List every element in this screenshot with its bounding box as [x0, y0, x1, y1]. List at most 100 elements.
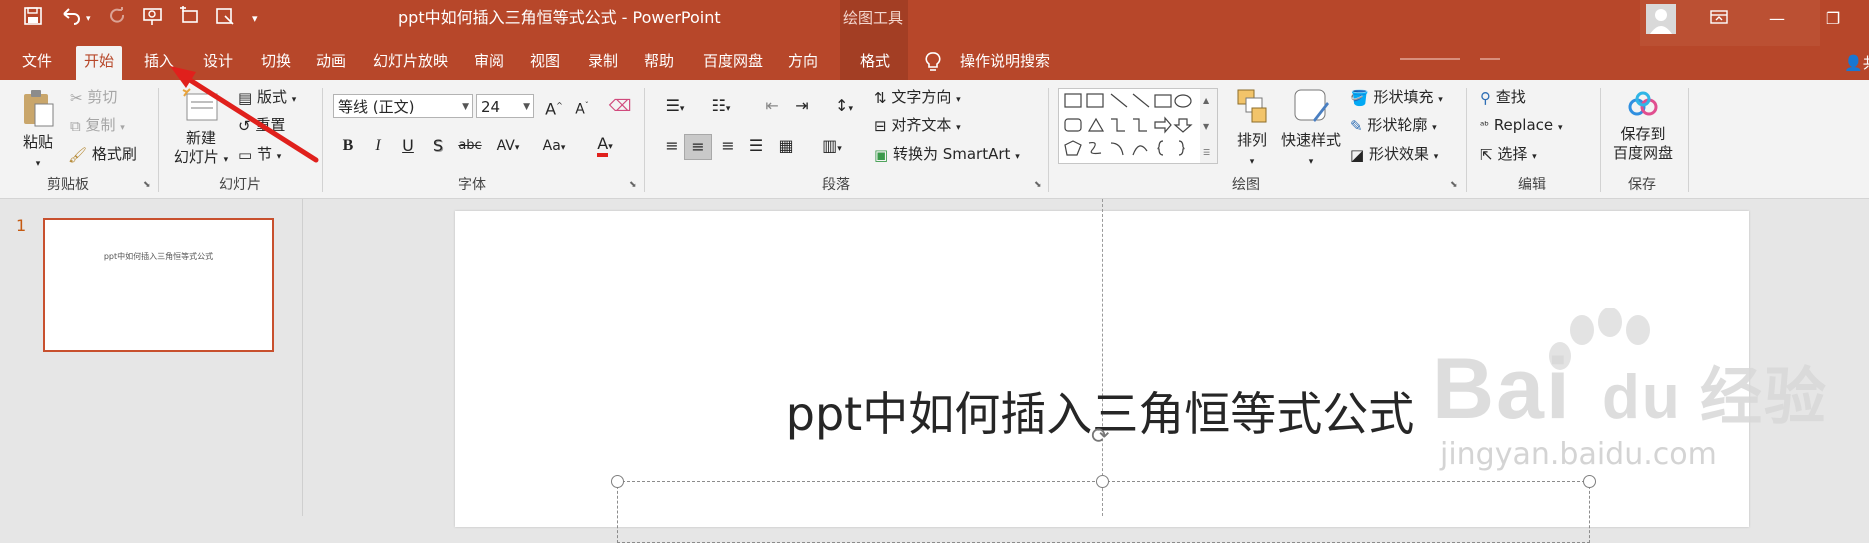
- slide-thumbnail[interactable]: ppt中如何插入三角恒等式公式: [43, 218, 274, 352]
- shape-fill-button[interactable]: 🪣 形状填充 ▾: [1350, 86, 1443, 111]
- share-button[interactable]: 👤共: [1844, 52, 1869, 73]
- convert-smartart-button[interactable]: ▣ 转换为 SmartArt ▾: [874, 143, 1020, 168]
- drawing-group-label: 绘图: [1232, 177, 1260, 193]
- svg-text:▼: ▼: [1203, 122, 1210, 131]
- columns-icon[interactable]: ▥▾: [812, 134, 852, 161]
- paste-button[interactable]: 粘贴 ▾: [14, 88, 62, 174]
- lightbulb-icon: [924, 51, 942, 77]
- account-avatar[interactable]: [1646, 4, 1676, 34]
- tab-animations[interactable]: 动画: [308, 46, 354, 80]
- italic-button[interactable]: I: [366, 134, 390, 158]
- layout-label: 版式: [256, 88, 287, 106]
- dropdown-arrow-icon: ▾: [223, 155, 229, 165]
- new-slide-icon[interactable]: [176, 6, 202, 32]
- resize-handle-top-center[interactable]: [1096, 475, 1109, 488]
- decrease-indent-icon[interactable]: ⇤: [760, 94, 784, 118]
- start-from-beginning-icon[interactable]: [140, 6, 166, 32]
- font-color-button[interactable]: A▾: [588, 132, 622, 159]
- align-left-icon[interactable]: ≡: [660, 134, 684, 158]
- new-slide-button[interactable]: 新建 幻灯片 ▾: [166, 88, 236, 170]
- increase-indent-icon[interactable]: ⇥: [790, 94, 814, 118]
- align-text-label: 对齐文本: [891, 116, 952, 134]
- tab-help[interactable]: 帮助: [636, 46, 682, 80]
- font-size-combo[interactable]: 24 ▼: [476, 94, 534, 118]
- customize-icon[interactable]: ▾: [252, 12, 258, 25]
- increase-font-size-icon[interactable]: A^: [542, 94, 566, 121]
- tab-home[interactable]: 开始: [76, 46, 123, 80]
- tab-insert[interactable]: 插入: [136, 46, 182, 80]
- tab-file[interactable]: 文件: [14, 46, 60, 80]
- layout-button[interactable]: ▤ 版式 ▾: [238, 86, 296, 111]
- dropdown-arrow-icon: ▾: [608, 142, 613, 152]
- cut-button[interactable]: ✂ 剪切: [70, 86, 117, 109]
- text-shadow-button[interactable]: S: [426, 134, 450, 158]
- tab-design[interactable]: 设计: [195, 46, 241, 80]
- shape-outline-label: 形状轮廓: [1367, 116, 1428, 134]
- tab-format[interactable]: 格式: [852, 46, 898, 80]
- shape-outline-button[interactable]: ✎ 形状轮廓 ▾: [1350, 114, 1437, 139]
- reset-button[interactable]: ↺ 重置: [238, 114, 285, 137]
- tell-me-search[interactable]: 操作说明搜索: [960, 46, 1050, 76]
- copy-button[interactable]: ⧉ 复制 ▾: [70, 114, 125, 139]
- group-separator: [1466, 88, 1467, 192]
- tab-direction[interactable]: 方向: [780, 46, 826, 80]
- dialog-launcher-icon[interactable]: ⬊: [1450, 180, 1460, 190]
- ribbon-display-options-icon[interactable]: [1696, 4, 1742, 34]
- tab-view[interactable]: 视图: [522, 46, 568, 80]
- text-direction-label: 文字方向: [891, 88, 952, 106]
- replace-icon: ᵃᵇ: [1480, 118, 1490, 132]
- new-slide-icon: [182, 88, 218, 121]
- line-spacing-icon[interactable]: ↕▾: [826, 94, 862, 121]
- font-name-combo[interactable]: 等线 (正文) ▼: [333, 94, 473, 118]
- minimize-icon[interactable]: —: [1754, 4, 1800, 34]
- format-painter-button[interactable]: 🖌 格式刷: [68, 143, 137, 166]
- select-button[interactable]: ⇱ 选择 ▾: [1480, 143, 1537, 168]
- dialog-launcher-icon[interactable]: ⬊: [629, 180, 639, 190]
- from-file-icon[interactable]: [212, 6, 238, 32]
- dropdown-arrow-icon: ▾: [1438, 95, 1443, 105]
- find-button[interactable]: ⚲ 查找: [1480, 86, 1526, 109]
- text-direction-button[interactable]: ⇅ 文字方向 ▾: [874, 86, 961, 111]
- align-text-button[interactable]: ⊟ 对齐文本 ▾: [874, 114, 961, 139]
- bold-button[interactable]: B: [336, 134, 360, 158]
- font-size-value: 24: [481, 98, 501, 116]
- shape-effects-button[interactable]: ◪ 形状效果 ▾: [1350, 143, 1438, 168]
- tab-record[interactable]: 录制: [580, 46, 626, 80]
- distributed-icon[interactable]: ▦: [774, 134, 798, 158]
- dialog-launcher-icon[interactable]: ⬊: [1034, 180, 1044, 190]
- align-right-icon[interactable]: ≡: [716, 134, 740, 158]
- resize-handle-top-left[interactable]: [611, 475, 624, 488]
- tab-slide-show[interactable]: 幻灯片放映: [365, 46, 456, 80]
- dropdown-arrow-icon: ▾: [35, 159, 41, 169]
- dropdown-arrow-icon: ▾: [1433, 152, 1439, 162]
- decrease-font-size-icon[interactable]: Aˇ: [570, 94, 594, 122]
- bullets-icon[interactable]: ☰▾: [656, 94, 694, 121]
- numbering-icon[interactable]: ☷▾: [702, 94, 740, 121]
- section-button[interactable]: ▭ 节 ▾: [238, 143, 281, 168]
- dialog-launcher-icon[interactable]: ⬊: [143, 180, 153, 190]
- clear-formatting-icon[interactable]: ⌫: [608, 94, 632, 118]
- tab-baidu-netdisk[interactable]: 百度网盘: [695, 46, 771, 80]
- character-spacing-button[interactable]: AV▾: [490, 134, 526, 160]
- replace-button[interactable]: ᵃᵇ Replace ▾: [1480, 114, 1562, 139]
- resize-handle-top-right[interactable]: [1583, 475, 1596, 488]
- align-center-icon[interactable]: ≡: [684, 134, 712, 160]
- redo-icon[interactable]: [104, 6, 130, 32]
- tab-review[interactable]: 审阅: [466, 46, 512, 80]
- arrange-button[interactable]: 排列 ▾: [1228, 88, 1276, 172]
- justify-icon[interactable]: ☰: [744, 134, 768, 158]
- reset-icon: ↺: [238, 116, 251, 135]
- change-case-button[interactable]: Aa▾: [536, 134, 572, 160]
- undo-icon[interactable]: [58, 6, 84, 32]
- undo-dropdown-icon[interactable]: ▾: [86, 14, 91, 24]
- selected-placeholder[interactable]: [617, 481, 1590, 543]
- quick-styles-button[interactable]: 快速样式 ▾: [1278, 88, 1344, 172]
- restore-icon[interactable]: ❐: [1810, 4, 1856, 34]
- save-icon[interactable]: [20, 6, 46, 32]
- strikethrough-button[interactable]: abc: [454, 134, 486, 158]
- rotate-handle-icon[interactable]: ⟳: [1091, 424, 1109, 449]
- save-to-baidu-button[interactable]: 保存到 百度网盘: [1606, 90, 1680, 163]
- underline-button[interactable]: U: [396, 134, 420, 158]
- tab-transitions[interactable]: 切换: [253, 46, 299, 80]
- shapes-gallery[interactable]: ▲ ▼ ☰: [1058, 88, 1218, 164]
